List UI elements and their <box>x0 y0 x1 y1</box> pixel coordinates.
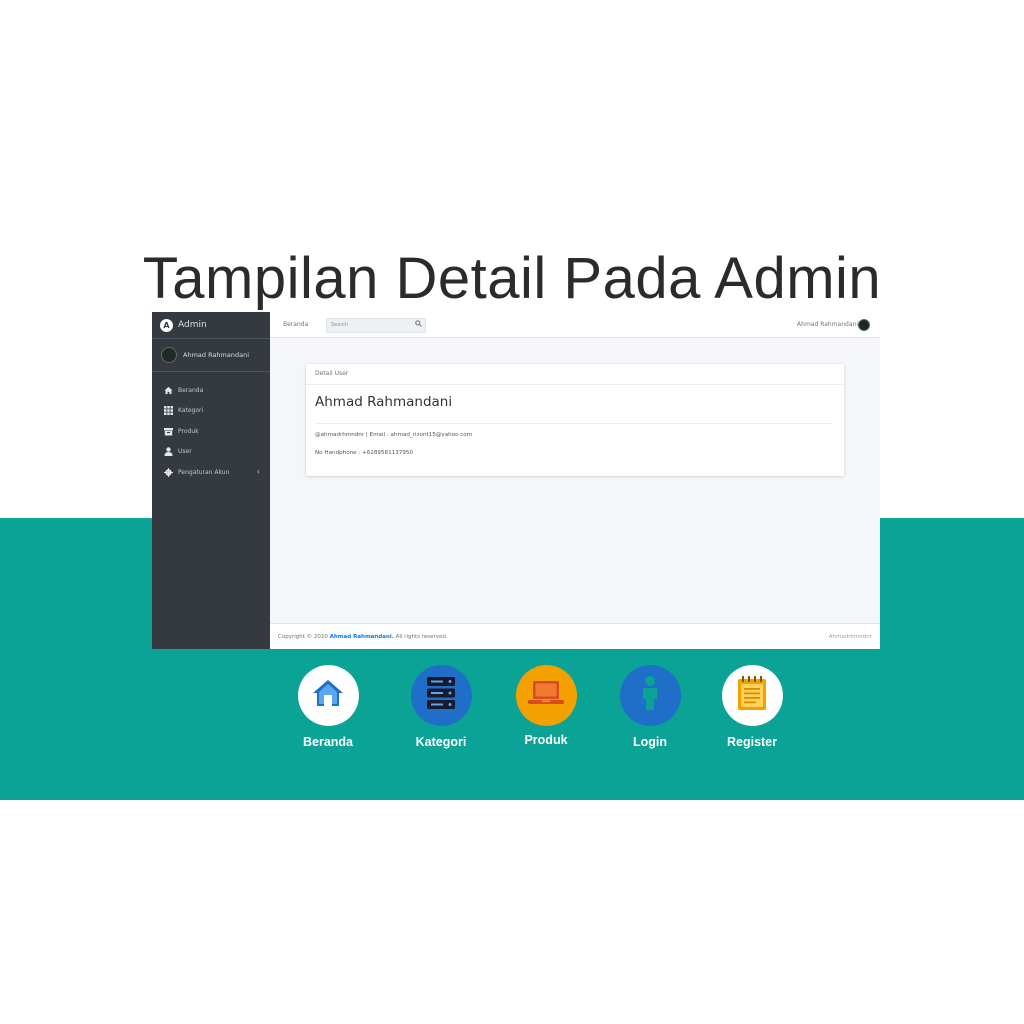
footer: Copyright © 2020 Ahmad Rahmandani. All r… <box>270 623 880 649</box>
footer-right-text: Ahmadrhmndnr <box>828 634 872 640</box>
sidebar-item-user[interactable]: User <box>152 442 270 463</box>
server-icon <box>427 677 455 714</box>
sidebar-nav: Beranda Kategori Produk User Pengaturan … <box>152 372 270 483</box>
detail-user-card: Detail User Ahmad Rahmandani @ahmadrhmnd… <box>306 364 844 476</box>
icon-label: Register <box>726 735 778 749</box>
user-icon <box>164 447 173 457</box>
brand-logo-icon: A <box>160 318 173 332</box>
avatar <box>161 347 177 363</box>
sidebar: A Admin Ahmad Rahmandani Beranda Kategor… <box>152 312 270 649</box>
avatar[interactable] <box>858 319 870 331</box>
icon-circle <box>721 665 783 726</box>
sidebar-user-name: Ahmad Rahmandani <box>183 351 250 359</box>
icon-label: Kategori <box>415 735 467 749</box>
sidebar-item-label: Produk <box>178 427 199 435</box>
brand-title: Admin <box>178 320 207 330</box>
copyright-suffix: All rights reserved. <box>395 634 448 640</box>
divider <box>315 423 832 424</box>
sidebar-item-label: Pengaturan Akun <box>178 468 230 476</box>
icon-circle <box>410 665 472 726</box>
brand-link[interactable]: A Admin <box>152 312 270 339</box>
home-icon <box>164 386 173 395</box>
person-icon <box>640 675 660 716</box>
nav-link-beranda[interactable]: Beranda <box>283 321 308 328</box>
icon-circle <box>619 665 681 726</box>
slide-title: Tampilan Detail Pada Admin <box>142 246 882 311</box>
sidebar-item-label: User <box>178 448 192 456</box>
box-icon <box>164 427 173 436</box>
notepad-icon <box>738 676 766 715</box>
card-title: Detail User <box>306 364 844 385</box>
bottom-icon-produk[interactable]: Produk <box>501 665 591 747</box>
bottom-icon-register[interactable]: Register <box>707 665 797 749</box>
user-full-name: Ahmad Rahmandani <box>315 394 453 410</box>
sidebar-item-label: Beranda <box>178 386 204 394</box>
user-panel[interactable]: Ahmad Rahmandani <box>152 339 270 372</box>
user-phone-line: No Handphone : +6289581137950 <box>315 450 414 456</box>
settings-icon <box>164 467 173 477</box>
icon-label: Produk <box>524 733 568 747</box>
icon-label: Beranda <box>302 735 354 749</box>
top-navbar: Beranda Search Ahmad Rahmandani <box>270 312 880 338</box>
bottom-icon-beranda[interactable]: Beranda <box>283 665 373 749</box>
chevron-left-icon: ‹ <box>256 467 260 476</box>
icon-circle <box>297 665 359 726</box>
icon-circle <box>515 665 577 726</box>
footer-copyright: Copyright © 2020 Ahmad Rahmandani. All r… <box>278 634 448 640</box>
bottom-icon-login[interactable]: Login <box>605 665 695 749</box>
search-input[interactable]: Search <box>326 318 426 333</box>
sidebar-item-pengaturan-akun[interactable]: Pengaturan Akun ‹ <box>152 462 270 483</box>
grid-icon <box>164 406 173 416</box>
navbar-user-name[interactable]: Ahmad Rahmandani <box>797 321 858 328</box>
sidebar-item-beranda[interactable]: Beranda <box>152 380 270 401</box>
laptop-icon <box>528 680 564 711</box>
icon-label: Login <box>632 735 667 749</box>
home-icon <box>311 678 345 713</box>
search-placeholder: Search <box>331 322 349 328</box>
sidebar-item-kategori[interactable]: Kategori <box>152 401 270 422</box>
user-info-line: @ahmadrhmndnr | Email : ahmad_rizont15@y… <box>315 432 473 438</box>
sidebar-item-produk[interactable]: Produk <box>152 421 270 442</box>
sidebar-item-label: Kategori <box>178 407 204 415</box>
search-icon[interactable] <box>415 320 422 329</box>
admin-screenshot: A Admin Ahmad Rahmandani Beranda Kategor… <box>152 312 880 649</box>
copyright-name-link[interactable]: Ahmad Rahmandani. <box>330 634 394 640</box>
bottom-icon-kategori[interactable]: Kategori <box>396 665 486 749</box>
copyright-prefix: Copyright © 2020 <box>278 634 328 640</box>
